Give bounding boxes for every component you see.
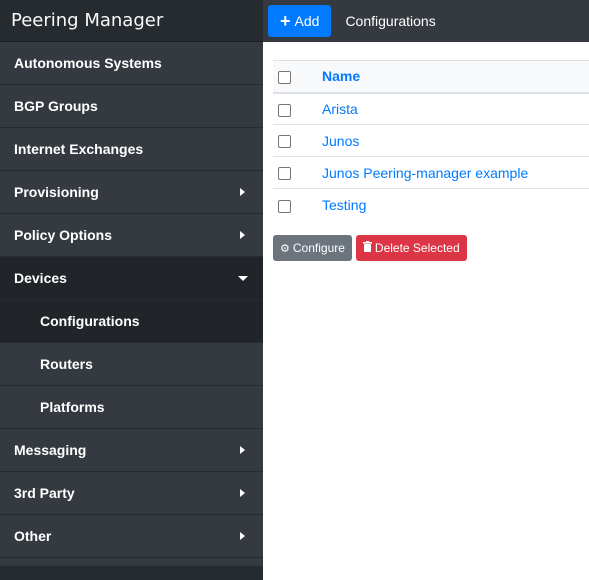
caret-right-icon — [240, 231, 245, 239]
name-cell: Junos Peering-manager example — [322, 156, 589, 189]
delete-button-label: Delete Selected — [374, 241, 460, 255]
table-row: Junos — [273, 124, 589, 157]
configurations-table: Name Arista Junos Junos Peering-manager … — [273, 60, 589, 221]
sidebar-item-label: Autonomous Systems — [14, 55, 162, 71]
row-checkbox[interactable] — [278, 135, 291, 149]
sidebar-item-label: Internet Exchanges — [14, 141, 144, 157]
caret-right-icon — [240, 446, 245, 454]
brand-title[interactable]: Peering Manager — [0, 0, 263, 42]
sidebar-item-label: BGP Groups — [14, 98, 98, 114]
add-button-label: Add — [294, 13, 320, 29]
name-cell: Arista — [322, 92, 589, 125]
sidebar-item-label: Provisioning — [14, 184, 99, 200]
select-all-cell — [273, 60, 322, 94]
sidebar-item-policy-options[interactable]: Policy Options — [0, 214, 263, 257]
configure-button-label: Configure — [292, 241, 345, 255]
sidebar-item-internet-exchanges[interactable]: Internet Exchanges — [0, 128, 263, 171]
sidebar-subitem-routers[interactable]: Routers — [0, 343, 263, 386]
caret-right-icon — [240, 188, 245, 196]
row-checkbox-cell — [273, 188, 322, 221]
sidebar-item-provisioning[interactable]: Provisioning — [0, 171, 263, 214]
sidebar-item-other[interactable]: Other — [0, 515, 263, 558]
sidebar-subitem-configurations[interactable]: Configurations — [0, 300, 263, 343]
sidebar-footer — [0, 566, 263, 580]
row-checkbox[interactable] — [278, 103, 291, 117]
gear-icon: ⚙ — [280, 242, 290, 255]
sidebar-subitem-label: Platforms — [40, 399, 105, 415]
configure-button[interactable]: ⚙ Configure — [273, 235, 352, 261]
row-checkbox[interactable] — [278, 167, 291, 181]
column-header-name[interactable]: Name — [322, 60, 589, 94]
plus-icon: + — [280, 11, 291, 31]
configuration-link[interactable]: Junos Peering-manager example — [322, 165, 528, 181]
sidebar-subitem-platforms[interactable]: Platforms — [0, 386, 263, 429]
table-row: Junos Peering-manager example — [273, 156, 589, 189]
row-checkbox[interactable] — [278, 199, 291, 213]
sidebar-item-label: 3rd Party — [14, 485, 75, 501]
sidebar-subitem-label: Routers — [40, 356, 93, 372]
sidebar-item-devices[interactable]: Devices — [0, 257, 263, 300]
configuration-link[interactable]: Junos — [322, 133, 359, 149]
topbar: + Add Configurations — [263, 0, 589, 42]
row-checkbox-cell — [273, 156, 322, 189]
configurations-table-container: Name Arista Junos Junos Peering-manager … — [273, 60, 589, 221]
delete-selected-button[interactable]: Delete Selected — [355, 235, 467, 261]
sidebar-item-label: Messaging — [14, 442, 87, 458]
table-row: Arista — [273, 92, 589, 125]
configuration-link[interactable]: Arista — [322, 101, 358, 117]
name-cell: Testing — [322, 188, 589, 221]
page-title: Configurations — [345, 13, 436, 29]
bulk-actions: ⚙ Configure Delete Selected — [273, 235, 467, 261]
configuration-link[interactable]: Testing — [322, 197, 366, 213]
row-checkbox-cell — [273, 124, 322, 157]
sidebar-item-bgp-groups[interactable]: BGP Groups — [0, 85, 263, 128]
sidebar-item-label: Other — [14, 528, 52, 544]
name-cell: Junos — [322, 124, 589, 157]
sidebar: Peering Manager Autonomous Systems BGP G… — [0, 0, 263, 580]
caret-right-icon — [240, 489, 245, 497]
sidebar-subitem-label: Configurations — [40, 313, 140, 329]
add-button[interactable]: + Add — [268, 5, 332, 37]
caret-right-icon — [240, 532, 245, 540]
trash-icon-svg — [362, 241, 372, 252]
sidebar-item-label: Devices — [14, 270, 67, 286]
row-checkbox-cell — [273, 92, 322, 125]
table-row: Testing — [273, 188, 589, 221]
sidebar-item-label: Policy Options — [14, 227, 113, 243]
table-header-row: Name — [273, 60, 589, 94]
caret-down-icon — [238, 275, 248, 281]
sidebar-item-3rd-party[interactable]: 3rd Party — [0, 472, 263, 515]
sidebar-item-messaging[interactable]: Messaging — [0, 429, 263, 472]
sidebar-item-autonomous-systems[interactable]: Autonomous Systems — [0, 42, 263, 85]
select-all-checkbox[interactable] — [278, 71, 291, 85]
trash-icon — [362, 241, 372, 255]
